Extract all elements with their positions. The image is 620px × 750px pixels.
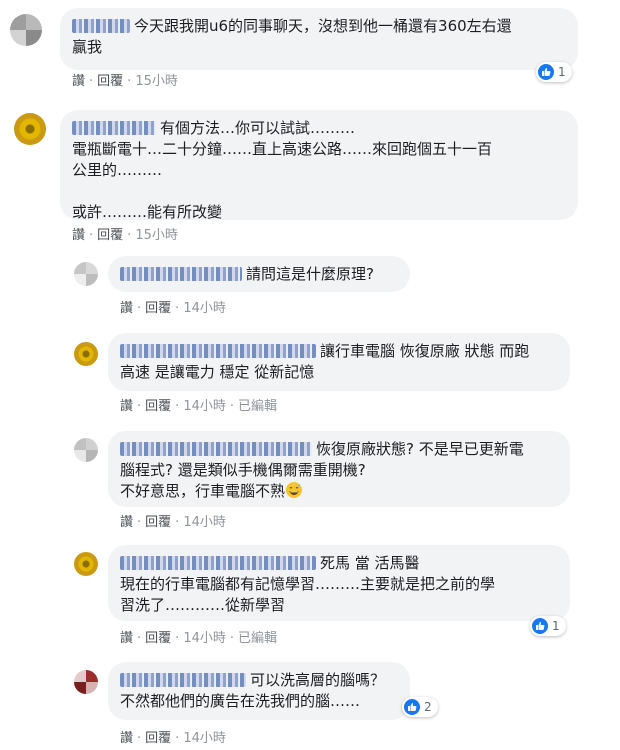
author-name[interactable] bbox=[120, 267, 242, 281]
comment-text: 電瓶斷電十…二十分鐘……直上高速公路……來回跑個五十一百 bbox=[72, 140, 493, 158]
author-name[interactable] bbox=[120, 442, 312, 456]
reply-button[interactable]: 回覆 bbox=[145, 515, 171, 530]
comment-text: 有個方法…你可以試試……… bbox=[160, 119, 356, 137]
reply-button[interactable]: 回覆 bbox=[97, 228, 123, 243]
avatar[interactable] bbox=[14, 113, 46, 145]
reply-text: 高速 是讓電力 穩定 從新記憶 bbox=[120, 363, 315, 381]
like-button[interactable]: 讚 bbox=[120, 731, 133, 746]
reply-actions: 讚 · 回覆 · 14小時 · 已編輯 bbox=[120, 399, 278, 414]
author-name[interactable] bbox=[72, 121, 156, 135]
reply-text: 現在的行車電腦都有記憶學習………主要就是把之前的學 bbox=[120, 575, 496, 593]
reaction-number: 1 bbox=[552, 619, 560, 633]
reaction-count[interactable]: 1 bbox=[536, 62, 572, 82]
timestamp[interactable]: 15小時 bbox=[135, 228, 178, 243]
avatar[interactable] bbox=[74, 670, 98, 694]
like-button[interactable]: 讚 bbox=[120, 631, 133, 646]
reply-text: 恢復原廠狀態? 不是早已更新電 bbox=[316, 440, 524, 458]
reaction-count[interactable]: 2 bbox=[402, 697, 438, 717]
reply-actions: 讚 · 回覆 · 14小時 · 已編輯 bbox=[120, 631, 278, 646]
edited-label[interactable]: 已編輯 bbox=[238, 399, 277, 414]
reply-bubble: 可以洗高層的腦嗎？ 不然都他們的廣告在洗我們的腦…… bbox=[108, 662, 410, 720]
like-button[interactable]: 讚 bbox=[120, 399, 133, 414]
reply-button[interactable]: 回覆 bbox=[145, 399, 171, 414]
reply-button[interactable]: 回覆 bbox=[145, 301, 171, 316]
timestamp[interactable]: 14小時 bbox=[183, 631, 226, 646]
like-button[interactable]: 讚 bbox=[72, 74, 85, 89]
reply-bubble: 請問這是什麼原理? bbox=[108, 256, 410, 292]
reply-text: 不好意思，行車電腦不熟 bbox=[120, 482, 286, 500]
avatar[interactable] bbox=[74, 342, 98, 366]
reply-bubble: 死馬 當 活馬醫 現在的行車電腦都有記憶學習………主要就是把之前的學 習洗了……… bbox=[108, 545, 570, 621]
author-name[interactable] bbox=[120, 673, 246, 687]
comment-text: 或許………能有所改變 bbox=[72, 203, 223, 221]
like-icon bbox=[538, 64, 554, 80]
author-name[interactable] bbox=[120, 556, 316, 570]
reaction-count[interactable]: 1 bbox=[530, 616, 566, 636]
comment-bubble: 有個方法…你可以試試……… 電瓶斷電十…二十分鐘……直上高速公路……來回跑個五十… bbox=[60, 110, 578, 221]
reply-text: 死馬 當 活馬醫 bbox=[320, 554, 420, 572]
comment-text: 贏我 bbox=[72, 38, 103, 56]
comment-actions: 讚 · 回覆 · 15小時 bbox=[72, 74, 178, 89]
reaction-number: 1 bbox=[558, 65, 566, 79]
timestamp[interactable]: 14小時 bbox=[183, 731, 226, 746]
author-name[interactable] bbox=[72, 19, 130, 33]
reply-text: 請問這是什麼原理? bbox=[246, 265, 374, 283]
comment-text: 今天跟我開u6的同事聊天，沒想到他一桶還有360左右還 bbox=[134, 17, 512, 35]
reply-actions: 讚 · 回覆 · 14小時 bbox=[120, 515, 226, 530]
comment-text bbox=[72, 181, 566, 202]
reply-bubble: 恢復原廠狀態? 不是早已更新電 腦程式? 還是類似手機偶爾需重開機? 不好意思，… bbox=[108, 431, 570, 507]
author-name[interactable] bbox=[120, 344, 316, 358]
timestamp[interactable]: 15小時 bbox=[135, 74, 178, 89]
comment-bubble: 今天跟我開u6的同事聊天，沒想到他一桶還有360左右還 贏我 bbox=[60, 8, 578, 70]
comment-text: 公里的……… bbox=[72, 161, 163, 179]
reply-button[interactable]: 回覆 bbox=[97, 74, 123, 89]
timestamp[interactable]: 14小時 bbox=[183, 515, 226, 530]
reply-text: 不然都他們的廣告在洗我們的腦…… bbox=[120, 692, 361, 710]
like-icon bbox=[532, 618, 548, 634]
reply-actions: 讚 · 回覆 · 14小時 bbox=[120, 301, 226, 316]
like-icon bbox=[404, 699, 420, 715]
reply-text: 讓行車電腦 恢復原廠 狀態 而跑 bbox=[320, 342, 530, 360]
avatar[interactable] bbox=[10, 14, 42, 46]
grinning-sweat-emoji-icon bbox=[285, 481, 303, 505]
like-button[interactable]: 讚 bbox=[120, 301, 133, 316]
avatar[interactable] bbox=[74, 262, 98, 286]
reply-text: 腦程式? 還是類似手機偶爾需重開機? bbox=[120, 461, 366, 479]
reaction-number: 2 bbox=[424, 700, 432, 714]
reply-button[interactable]: 回覆 bbox=[145, 731, 171, 746]
like-button[interactable]: 讚 bbox=[120, 515, 133, 530]
timestamp[interactable]: 14小時 bbox=[183, 399, 226, 414]
avatar[interactable] bbox=[74, 438, 98, 462]
like-button[interactable]: 讚 bbox=[72, 228, 85, 243]
comment-actions: 讚 · 回覆 · 15小時 bbox=[72, 228, 178, 243]
reply-bubble: 讓行車電腦 恢復原廠 狀態 而跑 高速 是讓電力 穩定 從新記憶 bbox=[108, 333, 570, 391]
reply-text: 可以洗高層的腦嗎？ bbox=[250, 671, 386, 689]
reply-button[interactable]: 回覆 bbox=[145, 631, 171, 646]
avatar[interactable] bbox=[74, 552, 98, 576]
reply-actions: 讚 · 回覆 · 14小時 bbox=[120, 731, 226, 746]
timestamp[interactable]: 14小時 bbox=[183, 301, 226, 316]
edited-label[interactable]: 已編輯 bbox=[238, 631, 277, 646]
reply-text: 習洗了…………從新學習 bbox=[120, 596, 286, 614]
